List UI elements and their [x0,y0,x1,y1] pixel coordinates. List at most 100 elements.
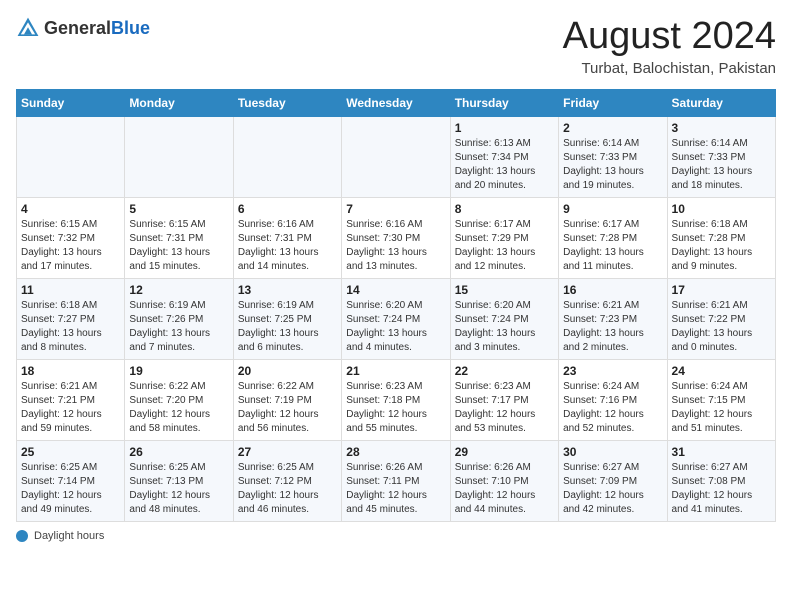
calendar-cell: 12Sunrise: 6:19 AM Sunset: 7:26 PM Dayli… [125,278,233,359]
day-info: Sunrise: 6:22 AM Sunset: 7:20 PM Dayligh… [129,380,228,436]
day-header-tuesday: Tuesday [233,89,341,116]
calendar-header-row: SundayMondayTuesdayWednesdayThursdayFrid… [17,89,776,116]
day-number: 5 [129,202,228,216]
calendar-cell: 20 Sunrise: 6:22 AM Sunset: 7:19 PM Dayli… [233,359,341,440]
day-info: Sunrise: 6:27 AM Sunset: 7:09 PM Dayligh… [563,461,662,517]
day-info: Sunrise: 6:15 AM Sunset: 7:32 PM Dayligh… [21,218,120,274]
calendar-cell: 23 Sunrise: 6:24 AM Sunset: 7:16 PM Dayli… [559,359,667,440]
week-row-2: 4Sunrise: 6:15 AM Sunset: 7:32 PM Daylig… [17,197,776,278]
calendar-cell: 24Sunrise: 6:24 AM Sunset: 7:15 PM Dayli… [667,359,775,440]
day-header-monday: Monday [125,89,233,116]
calendar-cell: 15 Sunrise: 6:20 AM Sunset: 7:24 PM Dayli… [450,278,558,359]
calendar-cell [342,116,450,197]
calendar-cell: 10 Sunrise: 6:18 AM Sunset: 7:28 PM Dayli… [667,197,775,278]
calendar-cell: 16Sunrise: 6:21 AM Sunset: 7:23 PM Dayli… [559,278,667,359]
calendar-cell: 14 Sunrise: 6:20 AM Sunset: 7:24 PM Dayli… [342,278,450,359]
day-info: Sunrise: 6:20 AM Sunset: 7:24 PM Dayligh… [346,299,445,355]
calendar-cell: 31 Sunrise: 6:27 AM Sunset: 7:08 PM Dayli… [667,440,775,521]
footer-label: Daylight hours [34,530,104,542]
day-number: 9 [563,202,662,216]
logo-icon [16,16,40,40]
day-info: Sunrise: 6:23 AM Sunset: 7:17 PM Dayligh… [455,380,554,436]
day-number: 23 [563,364,662,378]
day-info: Sunrise: 6:25 AM Sunset: 7:12 PM Dayligh… [238,461,337,517]
day-number: 24 [672,364,771,378]
day-number: 11 [21,283,120,297]
calendar-cell [17,116,125,197]
day-info: Sunrise: 6:21 AM Sunset: 7:21 PM Dayligh… [21,380,120,436]
day-info: Sunrise: 6:14 AM Sunset: 7:33 PM Dayligh… [563,137,662,193]
day-number: 6 [238,202,337,216]
calendar-cell: 27 Sunrise: 6:25 AM Sunset: 7:12 PM Dayli… [233,440,341,521]
week-row-5: 25 Sunrise: 6:25 AM Sunset: 7:14 PM Dayli… [17,440,776,521]
calendar-cell: 1 Sunrise: 6:13 AM Sunset: 7:34 PM Daylig… [450,116,558,197]
footer-dot [16,530,28,542]
day-number: 7 [346,202,445,216]
day-number: 30 [563,445,662,459]
day-number: 20 [238,364,337,378]
day-header-thursday: Thursday [450,89,558,116]
day-number: 19 [129,364,228,378]
week-row-3: 11 Sunrise: 6:18 AM Sunset: 7:27 PM Dayli… [17,278,776,359]
day-info: Sunrise: 6:25 AM Sunset: 7:14 PM Dayligh… [21,461,120,517]
calendar-cell: 25 Sunrise: 6:25 AM Sunset: 7:14 PM Dayli… [17,440,125,521]
day-number: 15 [455,283,554,297]
day-number: 16 [563,283,662,297]
day-info: Sunrise: 6:21 AM Sunset: 7:22 PM Dayligh… [672,299,771,355]
header: GeneralBlue August 2024 Turbat, Balochis… [16,16,776,77]
calendar-cell: 17Sunrise: 6:21 AM Sunset: 7:22 PM Dayli… [667,278,775,359]
day-info: Sunrise: 6:26 AM Sunset: 7:10 PM Dayligh… [455,461,554,517]
calendar-cell: 21 Sunrise: 6:23 AM Sunset: 7:18 PM Dayli… [342,359,450,440]
day-number: 13 [238,283,337,297]
calendar-cell: 30 Sunrise: 6:27 AM Sunset: 7:09 PM Dayli… [559,440,667,521]
logo-text-blue: Blue [111,18,150,38]
day-number: 29 [455,445,554,459]
day-number: 1 [455,121,554,135]
day-info: Sunrise: 6:15 AM Sunset: 7:31 PM Dayligh… [129,218,228,274]
day-info: Sunrise: 6:14 AM Sunset: 7:33 PM Dayligh… [672,137,771,193]
day-info: Sunrise: 6:27 AM Sunset: 7:08 PM Dayligh… [672,461,771,517]
day-info: Sunrise: 6:26 AM Sunset: 7:11 PM Dayligh… [346,461,445,517]
day-info: Sunrise: 6:23 AM Sunset: 7:18 PM Dayligh… [346,380,445,436]
day-info: Sunrise: 6:24 AM Sunset: 7:16 PM Dayligh… [563,380,662,436]
day-info: Sunrise: 6:19 AM Sunset: 7:25 PM Dayligh… [238,299,337,355]
logo: GeneralBlue [16,16,150,40]
day-number: 12 [129,283,228,297]
day-number: 26 [129,445,228,459]
day-info: Sunrise: 6:16 AM Sunset: 7:30 PM Dayligh… [346,218,445,274]
title-area: August 2024 Turbat, Balochistan, Pakista… [563,16,776,77]
day-info: Sunrise: 6:22 AM Sunset: 7:19 PM Dayligh… [238,380,337,436]
day-header-friday: Friday [559,89,667,116]
day-number: 21 [346,364,445,378]
calendar-cell: 8Sunrise: 6:17 AM Sunset: 7:29 PM Daylig… [450,197,558,278]
day-number: 28 [346,445,445,459]
day-info: Sunrise: 6:17 AM Sunset: 7:28 PM Dayligh… [563,218,662,274]
day-info: Sunrise: 6:17 AM Sunset: 7:29 PM Dayligh… [455,218,554,274]
day-header-sunday: Sunday [17,89,125,116]
day-number: 25 [21,445,120,459]
month-year: August 2024 [563,16,776,58]
day-number: 3 [672,121,771,135]
day-info: Sunrise: 6:20 AM Sunset: 7:24 PM Dayligh… [455,299,554,355]
day-number: 22 [455,364,554,378]
day-number: 27 [238,445,337,459]
calendar-table: SundayMondayTuesdayWednesdayThursdayFrid… [16,89,776,522]
calendar-cell: 18Sunrise: 6:21 AM Sunset: 7:21 PM Dayli… [17,359,125,440]
day-info: Sunrise: 6:18 AM Sunset: 7:27 PM Dayligh… [21,299,120,355]
calendar-cell: 7 Sunrise: 6:16 AM Sunset: 7:30 PM Daylig… [342,197,450,278]
day-number: 2 [563,121,662,135]
day-info: Sunrise: 6:25 AM Sunset: 7:13 PM Dayligh… [129,461,228,517]
footer-note: Daylight hours [16,530,776,542]
calendar-cell: 28 Sunrise: 6:26 AM Sunset: 7:11 PM Dayli… [342,440,450,521]
day-number: 31 [672,445,771,459]
day-info: Sunrise: 6:16 AM Sunset: 7:31 PM Dayligh… [238,218,337,274]
calendar-cell [125,116,233,197]
calendar-cell: 9 Sunrise: 6:17 AM Sunset: 7:28 PM Daylig… [559,197,667,278]
day-number: 14 [346,283,445,297]
calendar-cell [233,116,341,197]
day-info: Sunrise: 6:13 AM Sunset: 7:34 PM Dayligh… [455,137,554,193]
calendar-cell: 11 Sunrise: 6:18 AM Sunset: 7:27 PM Dayli… [17,278,125,359]
day-info: Sunrise: 6:18 AM Sunset: 7:28 PM Dayligh… [672,218,771,274]
day-header-saturday: Saturday [667,89,775,116]
day-number: 10 [672,202,771,216]
